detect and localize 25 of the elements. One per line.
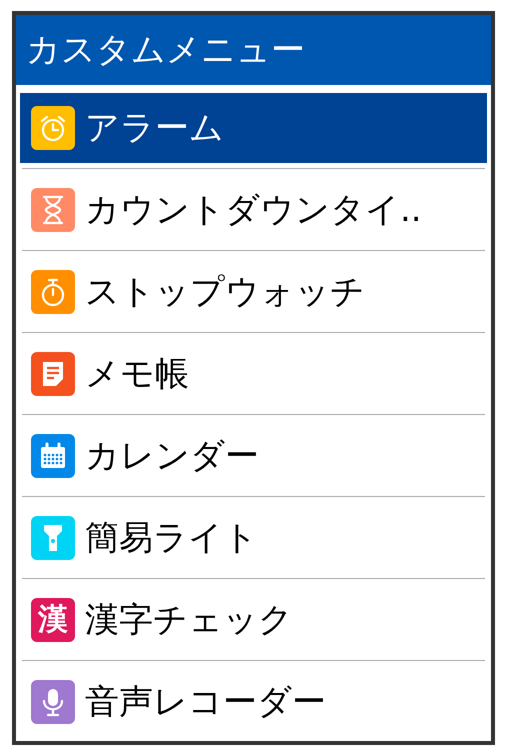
menu-item[interactable]: 漢 漢字チェック	[20, 584, 487, 654]
menu-label: 漢字チェック	[85, 598, 293, 642]
menu-label: カレンダー	[85, 434, 259, 478]
menu-label: メモ帳	[85, 352, 189, 396]
memo-icon	[31, 352, 75, 396]
mic-icon	[31, 680, 75, 724]
kanji-icon: 漢	[31, 598, 75, 642]
stopwatch-icon	[31, 270, 75, 314]
menu-item[interactable]: カレンダー	[20, 420, 487, 490]
menu-label: アラーム	[85, 106, 224, 150]
menu-label: 音声レコーダー	[85, 680, 326, 724]
menu-item[interactable]: ストップウォッチ	[20, 256, 487, 326]
menu-label: カウントダウンタイ..	[85, 188, 422, 232]
calendar-icon	[31, 434, 75, 478]
menu-label: ストップウォッチ	[85, 270, 365, 314]
menu-label: 簡易ライト	[85, 516, 258, 560]
hourglass-icon	[31, 188, 75, 232]
menu-item[interactable]: 簡易ライト	[20, 502, 487, 572]
menu-item[interactable]: 音声レコーダー	[20, 666, 487, 736]
menu-item[interactable]: カウントダウンタイ..	[20, 174, 487, 244]
menu-item[interactable]: メモ帳	[20, 338, 487, 408]
header-title: カスタムメニュー	[16, 15, 491, 85]
alarm-icon	[31, 106, 75, 150]
menu-item[interactable]: アラーム	[20, 92, 487, 162]
light-icon	[31, 516, 75, 560]
